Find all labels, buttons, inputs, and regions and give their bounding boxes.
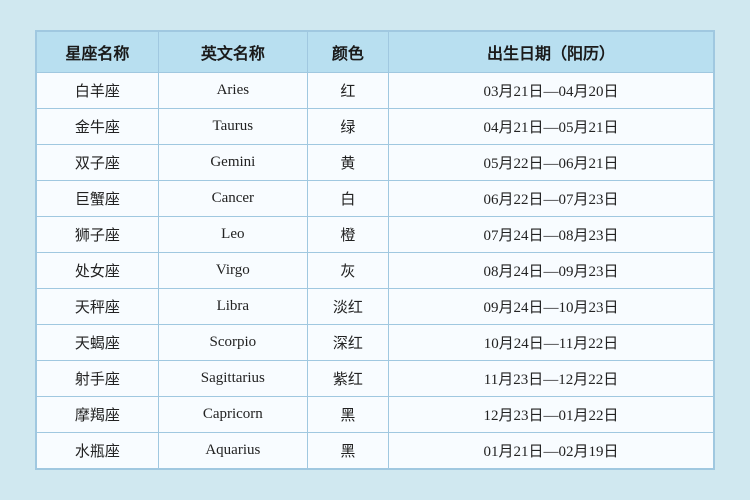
cell-chinese: 白羊座 <box>37 73 159 109</box>
cell-color: 黄 <box>307 145 388 181</box>
cell-chinese: 射手座 <box>37 361 159 397</box>
cell-english: Virgo <box>158 253 307 289</box>
cell-chinese: 水瓶座 <box>37 433 159 469</box>
header-english: 英文名称 <box>158 32 307 73</box>
table-row: 双子座Gemini黄05月22日—06月21日 <box>37 145 714 181</box>
header-color: 颜色 <box>307 32 388 73</box>
cell-date: 05月22日—06月21日 <box>389 145 714 181</box>
cell-color: 淡红 <box>307 289 388 325</box>
cell-english: Leo <box>158 217 307 253</box>
cell-color: 黑 <box>307 433 388 469</box>
cell-english: Capricorn <box>158 397 307 433</box>
cell-chinese: 巨蟹座 <box>37 181 159 217</box>
cell-date: 12月23日—01月22日 <box>389 397 714 433</box>
cell-date: 08月24日—09月23日 <box>389 253 714 289</box>
cell-date: 06月22日—07月23日 <box>389 181 714 217</box>
cell-chinese: 天秤座 <box>37 289 159 325</box>
table-row: 狮子座Leo橙07月24日—08月23日 <box>37 217 714 253</box>
cell-chinese: 双子座 <box>37 145 159 181</box>
table-body: 白羊座Aries红03月21日—04月20日金牛座Taurus绿04月21日—0… <box>37 73 714 469</box>
table-row: 摩羯座Capricorn黑12月23日—01月22日 <box>37 397 714 433</box>
cell-color: 紫红 <box>307 361 388 397</box>
table-row: 射手座Sagittarius紫红11月23日—12月22日 <box>37 361 714 397</box>
cell-english: Sagittarius <box>158 361 307 397</box>
table-row: 水瓶座Aquarius黑01月21日—02月19日 <box>37 433 714 469</box>
cell-chinese: 摩羯座 <box>37 397 159 433</box>
cell-color: 灰 <box>307 253 388 289</box>
cell-english: Libra <box>158 289 307 325</box>
cell-date: 07月24日—08月23日 <box>389 217 714 253</box>
table-row: 巨蟹座Cancer白06月22日—07月23日 <box>37 181 714 217</box>
header-chinese: 星座名称 <box>37 32 159 73</box>
cell-english: Gemini <box>158 145 307 181</box>
cell-date: 01月21日—02月19日 <box>389 433 714 469</box>
cell-english: Aries <box>158 73 307 109</box>
cell-chinese: 处女座 <box>37 253 159 289</box>
cell-date: 09月24日—10月23日 <box>389 289 714 325</box>
cell-english: Aquarius <box>158 433 307 469</box>
table-row: 白羊座Aries红03月21日—04月20日 <box>37 73 714 109</box>
cell-date: 11月23日—12月22日 <box>389 361 714 397</box>
cell-chinese: 金牛座 <box>37 109 159 145</box>
cell-color: 白 <box>307 181 388 217</box>
header-date: 出生日期（阳历） <box>389 32 714 73</box>
cell-color: 黑 <box>307 397 388 433</box>
table-row: 天蝎座Scorpio深红10月24日—11月22日 <box>37 325 714 361</box>
table-row: 处女座Virgo灰08月24日—09月23日 <box>37 253 714 289</box>
cell-english: Cancer <box>158 181 307 217</box>
zodiac-table-container: 星座名称 英文名称 颜色 出生日期（阳历） 白羊座Aries红03月21日—04… <box>35 30 715 470</box>
cell-chinese: 天蝎座 <box>37 325 159 361</box>
cell-color: 橙 <box>307 217 388 253</box>
zodiac-table: 星座名称 英文名称 颜色 出生日期（阳历） 白羊座Aries红03月21日—04… <box>36 31 714 469</box>
cell-date: 04月21日—05月21日 <box>389 109 714 145</box>
cell-color: 红 <box>307 73 388 109</box>
cell-date: 10月24日—11月22日 <box>389 325 714 361</box>
cell-color: 深红 <box>307 325 388 361</box>
cell-english: Scorpio <box>158 325 307 361</box>
cell-color: 绿 <box>307 109 388 145</box>
cell-english: Taurus <box>158 109 307 145</box>
table-header-row: 星座名称 英文名称 颜色 出生日期（阳历） <box>37 32 714 73</box>
cell-date: 03月21日—04月20日 <box>389 73 714 109</box>
table-row: 金牛座Taurus绿04月21日—05月21日 <box>37 109 714 145</box>
table-row: 天秤座Libra淡红09月24日—10月23日 <box>37 289 714 325</box>
cell-chinese: 狮子座 <box>37 217 159 253</box>
